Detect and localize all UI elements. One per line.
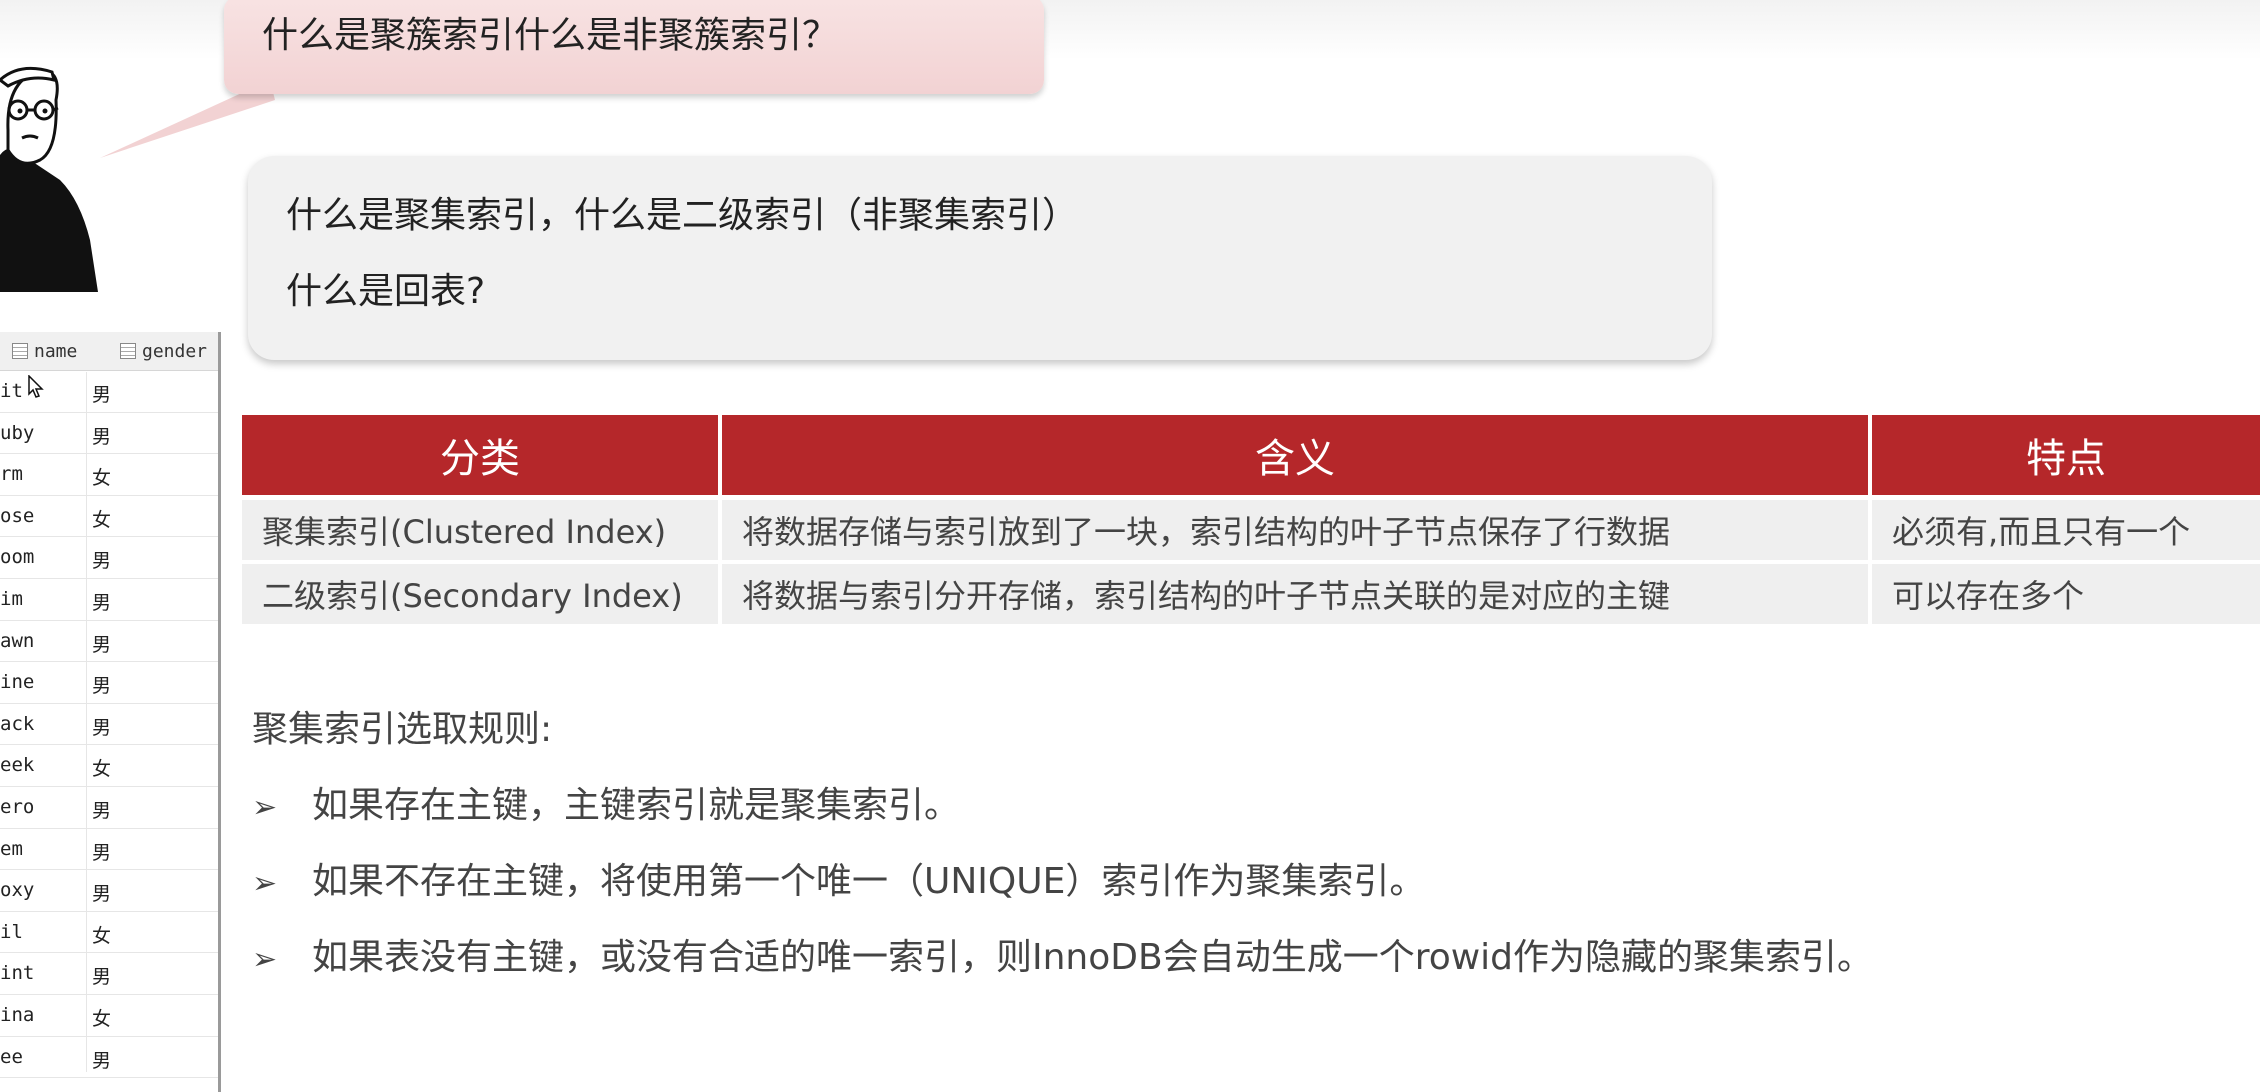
grid-body: it 男 uby 男 rm 女 ose 女 oom 男 im 男 awn 男 ine 男 ack 男 eek 女 ero… bbox=[0, 371, 218, 1079]
table-cell: 将数据与索引分开存储，索引结构的叶子节点关联的是对应的主键 bbox=[722, 564, 1868, 624]
cell-name[interactable]: int bbox=[0, 962, 34, 984]
cell-gender[interactable]: 男 bbox=[92, 962, 111, 989]
cell-name[interactable]: it bbox=[0, 380, 23, 402]
card-line-2: 什么是回表? bbox=[286, 271, 486, 312]
arrow-bullet-icon: ➢ bbox=[252, 866, 278, 901]
cell-name[interactable]: il bbox=[0, 921, 23, 943]
table-row[interactable]: int 男 bbox=[0, 953, 218, 995]
cell-name[interactable]: ee bbox=[0, 1046, 23, 1068]
cell-name[interactable]: uby bbox=[0, 422, 34, 444]
rule-item: ➢ 如果存在主键，主键索引就是聚集索引。 bbox=[252, 785, 961, 826]
cell-gender[interactable]: 女 bbox=[92, 754, 111, 781]
cell-name[interactable]: rm bbox=[0, 463, 23, 485]
bubble-question: 什么是聚簇索引什么是非聚簇索引？ bbox=[262, 15, 839, 56]
column-icon bbox=[12, 343, 28, 359]
rule-item: ➢ 如果表没有主键，或没有合适的唯一索引，则InnoDB会自动生成一个rowid作… bbox=[252, 937, 1874, 978]
cell-name[interactable]: ose bbox=[0, 505, 34, 527]
cell-gender[interactable]: 男 bbox=[92, 1046, 111, 1073]
cell-gender[interactable]: 男 bbox=[92, 838, 111, 865]
arrow-bullet-icon: ➢ bbox=[252, 790, 278, 825]
card-line-1: 什么是聚集索引，什么是二级索引（非聚集索引） bbox=[286, 195, 1079, 236]
cell-gender[interactable]: 女 bbox=[92, 463, 111, 490]
data-grid: name gender it 男 uby 男 rm 女 ose 女 oom 男 im 男 awn 男 ine… bbox=[0, 332, 221, 1092]
table-row[interactable]: awn 男 bbox=[0, 621, 218, 663]
cell-name[interactable]: awn bbox=[0, 630, 34, 652]
cell-gender[interactable]: 男 bbox=[92, 630, 111, 657]
cell-gender[interactable]: 男 bbox=[92, 380, 111, 407]
arrow-bullet-icon: ➢ bbox=[252, 942, 278, 977]
cell-gender[interactable]: 男 bbox=[92, 713, 111, 740]
table-row[interactable]: em 男 bbox=[0, 829, 218, 871]
cell-gender[interactable]: 男 bbox=[92, 879, 111, 906]
column-icon bbox=[120, 343, 136, 359]
cell-gender[interactable]: 女 bbox=[92, 1004, 111, 1031]
table-row[interactable]: im 男 bbox=[0, 579, 218, 621]
avatar bbox=[0, 66, 98, 292]
cell-gender[interactable]: 男 bbox=[92, 796, 111, 823]
table-row[interactable]: il 女 bbox=[0, 912, 218, 954]
table-row[interactable]: ine 男 bbox=[0, 662, 218, 704]
table-row[interactable]: ina 女 bbox=[0, 995, 218, 1037]
table-row[interactable]: ack 男 bbox=[0, 704, 218, 746]
cell-gender[interactable]: 女 bbox=[92, 505, 111, 532]
table-row[interactable]: ee 男 bbox=[0, 1037, 218, 1079]
column-header-name[interactable]: name bbox=[12, 341, 77, 362]
cell-gender[interactable]: 女 bbox=[92, 921, 111, 948]
cell-gender[interactable]: 男 bbox=[92, 588, 111, 615]
cell-name[interactable]: eek bbox=[0, 754, 34, 776]
column-header-gender[interactable]: gender bbox=[120, 341, 207, 362]
table-header-meaning: 含义 bbox=[722, 415, 1868, 495]
table-row[interactable]: rm 女 bbox=[0, 454, 218, 496]
table-row[interactable]: ero 男 bbox=[0, 787, 218, 829]
table-header-category: 分类 bbox=[242, 415, 718, 495]
mouse-cursor-icon bbox=[28, 375, 44, 398]
cell-name[interactable]: ine bbox=[0, 671, 34, 693]
table-cell: 必须有,而且只有一个 bbox=[1872, 500, 2260, 560]
table-cell: 二级索引(Secondary Index) bbox=[242, 564, 718, 624]
table-row[interactable]: eek 女 bbox=[0, 745, 218, 787]
cell-gender[interactable]: 男 bbox=[92, 422, 111, 449]
cell-name[interactable]: ack bbox=[0, 713, 34, 735]
table-cell: 将数据存储与索引放到了一块，索引结构的叶子节点保存了行数据 bbox=[722, 500, 1868, 560]
cell-gender[interactable]: 男 bbox=[92, 546, 111, 573]
grid-header: name gender bbox=[0, 332, 218, 371]
table-cell: 可以存在多个 bbox=[1872, 564, 2260, 624]
cell-name[interactable]: oxy bbox=[0, 879, 34, 901]
table-row[interactable]: oom 男 bbox=[0, 537, 218, 579]
table-row[interactable]: oxy 男 bbox=[0, 870, 218, 912]
cell-name[interactable]: oom bbox=[0, 546, 34, 568]
cell-name[interactable]: ero bbox=[0, 796, 34, 818]
grid-column-divider bbox=[86, 372, 87, 1072]
rules-title: 聚集索引选取规则: bbox=[252, 709, 553, 750]
table-header-feature: 特点 bbox=[1872, 415, 2260, 495]
rule-item: ➢ 如果不存在主键，将使用第一个唯一（UNIQUE）索引作为聚集索引。 bbox=[252, 861, 1426, 902]
table-row[interactable]: uby 男 bbox=[0, 413, 218, 455]
cell-name[interactable]: em bbox=[0, 838, 23, 860]
table-row[interactable]: ose 女 bbox=[0, 496, 218, 538]
cell-name[interactable]: ina bbox=[0, 1004, 34, 1026]
cell-gender[interactable]: 男 bbox=[92, 671, 111, 698]
cell-name[interactable]: im bbox=[0, 588, 23, 610]
table-cell: 聚集索引(Clustered Index) bbox=[242, 500, 718, 560]
